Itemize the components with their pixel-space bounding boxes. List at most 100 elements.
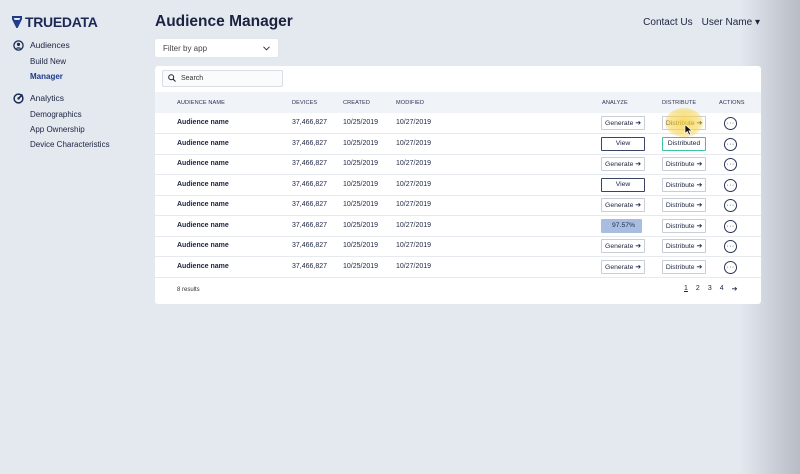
sidebar-item-audiences[interactable]: Audiences bbox=[13, 38, 70, 52]
next-page-arrow-icon[interactable]: ➔ bbox=[732, 285, 738, 293]
created-date: 10/25/2019 bbox=[343, 160, 379, 167]
search-placeholder: Search bbox=[181, 75, 204, 82]
col-distribute: DISTRIBUTE bbox=[662, 100, 697, 106]
sidebar-item-analytics[interactable]: Analytics bbox=[13, 91, 110, 105]
sidebar-group-audiences: Audiences Build New Manager bbox=[13, 38, 70, 84]
col-actions: ACTIONS bbox=[719, 100, 745, 106]
created-date: 10/25/2019 bbox=[343, 221, 379, 229]
modified-date: 10/27/2019 bbox=[396, 139, 432, 147]
devices-count: 37,466,827 bbox=[292, 119, 328, 126]
filter-by-app-dropdown[interactable]: Filter by app bbox=[155, 39, 278, 57]
modified-date: 10/27/2019 bbox=[396, 160, 432, 167]
audience-table-card: Search AUDIENCE NAME DEVICES CREATED MOD… bbox=[155, 66, 761, 304]
distribute-button[interactable]: Distribute ➔ bbox=[662, 239, 706, 253]
search-icon bbox=[168, 73, 176, 84]
more-actions-icon[interactable]: ··· bbox=[724, 199, 737, 212]
modified-date: 10/27/2019 bbox=[396, 119, 432, 126]
sidebar-group-analytics: Analytics Demographics App Ownership Dev… bbox=[13, 91, 110, 152]
audience-name[interactable]: Audience name bbox=[177, 119, 229, 126]
audience-name[interactable]: Audience name bbox=[177, 222, 229, 229]
distribute-button[interactable]: Distribute ➔ bbox=[662, 218, 706, 233]
created-date: 10/25/2019 bbox=[343, 180, 379, 188]
table-row[interactable]: Audience name 37,466,827 10/25/2019 10/2… bbox=[155, 195, 761, 216]
audience-name[interactable]: Audience name bbox=[177, 181, 229, 188]
view-button[interactable]: View bbox=[601, 177, 645, 192]
sidebar-item-manager[interactable]: Manager bbox=[13, 69, 70, 84]
modified-date: 10/27/2019 bbox=[396, 180, 432, 188]
more-actions-icon[interactable]: ··· bbox=[724, 117, 737, 130]
sidebar-item-build-new[interactable]: Build New bbox=[13, 54, 70, 69]
page-title: Audience Manager bbox=[155, 13, 293, 30]
more-actions-icon[interactable]: ··· bbox=[724, 219, 737, 233]
table-header: AUDIENCE NAME DEVICES CREATED MODIFIED A… bbox=[155, 92, 761, 113]
audience-name[interactable]: Audience name bbox=[177, 160, 229, 167]
table-row[interactable]: Audience name 37,466,827 10/25/2019 10/2… bbox=[155, 154, 761, 175]
generate-button[interactable]: Generate ➔ bbox=[601, 157, 645, 171]
created-date: 10/25/2019 bbox=[343, 139, 379, 147]
col-analyze: ANALYZE bbox=[602, 100, 628, 106]
col-devices[interactable]: DEVICES bbox=[292, 100, 317, 106]
col-audience-name[interactable]: AUDIENCE NAME bbox=[177, 100, 225, 106]
table-row[interactable]: Audience name 37,466,827 10/25/2019 10/2… bbox=[155, 216, 761, 237]
more-actions-icon[interactable]: ··· bbox=[724, 158, 737, 171]
sidebar-label-analytics: Analytics bbox=[30, 93, 65, 103]
analyze-progress-bar: 97.57% bbox=[601, 218, 642, 233]
audience-name[interactable]: Audience name bbox=[177, 263, 229, 270]
logo-text: TRUEDATA bbox=[25, 14, 98, 30]
modified-date: 10/27/2019 bbox=[396, 221, 432, 229]
modified-date: 10/27/2019 bbox=[396, 201, 432, 208]
page-link-4[interactable]: 4 bbox=[720, 285, 724, 293]
analytics-icon bbox=[13, 92, 24, 104]
generate-button[interactable]: Generate ➔ bbox=[601, 259, 645, 274]
table-row[interactable]: Audience name 37,466,827 10/25/2019 10/2… bbox=[155, 257, 761, 278]
audiences-icon bbox=[13, 39, 24, 51]
more-actions-icon[interactable]: ··· bbox=[724, 178, 737, 192]
col-created[interactable]: CREATED bbox=[343, 100, 370, 106]
page-link-2[interactable]: 2 bbox=[696, 285, 700, 293]
table-row[interactable]: Audience name 37,466,827 10/25/2019 10/2… bbox=[155, 236, 761, 257]
distributed-status-button[interactable]: Distributed bbox=[662, 136, 706, 151]
devices-count: 37,466,827 bbox=[292, 242, 328, 249]
page-link-3[interactable]: 3 bbox=[708, 285, 712, 293]
truedata-logo[interactable]: TRUEDATA bbox=[12, 14, 98, 30]
modified-date: 10/27/2019 bbox=[396, 242, 432, 249]
distribute-button[interactable]: Distribute ➔ bbox=[662, 177, 706, 192]
mouse-pointer-icon bbox=[684, 123, 693, 136]
chevron-down-icon bbox=[263, 44, 270, 53]
distribute-button[interactable]: Distribute ➔ bbox=[662, 157, 706, 171]
sidebar-item-demographics[interactable]: Demographics bbox=[13, 107, 110, 122]
devices-count: 37,466,827 bbox=[292, 262, 328, 270]
distribute-button[interactable]: Distribute ➔ bbox=[662, 259, 706, 274]
logo-mark-icon bbox=[12, 16, 22, 28]
table-row[interactable]: Audience name 37,466,827 10/25/2019 10/2… bbox=[155, 175, 761, 196]
audience-name[interactable]: Audience name bbox=[177, 242, 229, 249]
sidebar-label-audiences: Audiences bbox=[30, 40, 70, 50]
generate-button[interactable]: Generate ➔ bbox=[601, 116, 645, 130]
created-date: 10/25/2019 bbox=[343, 201, 379, 208]
devices-count: 37,466,827 bbox=[292, 221, 328, 229]
more-actions-icon[interactable]: ··· bbox=[724, 260, 737, 274]
devices-count: 37,466,827 bbox=[292, 139, 328, 147]
page-link-1[interactable]: 1 bbox=[684, 285, 688, 293]
more-actions-icon[interactable]: ··· bbox=[724, 137, 737, 151]
search-box[interactable]: Search bbox=[162, 70, 283, 87]
audience-name[interactable]: Audience name bbox=[177, 140, 229, 147]
devices-count: 37,466,827 bbox=[292, 160, 328, 167]
table-row[interactable]: Audience name 37,466,827 10/25/2019 10/2… bbox=[155, 113, 761, 134]
contact-us-link[interactable]: Contact Us bbox=[643, 17, 692, 28]
audience-name[interactable]: Audience name bbox=[177, 201, 229, 208]
table-row[interactable]: Audience name 37,466,827 10/25/2019 10/2… bbox=[155, 134, 761, 155]
devices-count: 37,466,827 bbox=[292, 180, 328, 188]
generate-button[interactable]: Generate ➔ bbox=[601, 198, 645, 212]
view-button[interactable]: View bbox=[601, 136, 645, 151]
distribute-button[interactable]: Distribute ➔ bbox=[662, 198, 706, 212]
generate-button[interactable]: Generate ➔ bbox=[601, 239, 645, 253]
results-count: 8 results bbox=[177, 287, 200, 293]
more-actions-icon[interactable]: ··· bbox=[724, 240, 737, 253]
modified-date: 10/27/2019 bbox=[396, 262, 432, 270]
user-menu[interactable]: User Name ▾ bbox=[702, 17, 760, 28]
sidebar-item-app-ownership[interactable]: App Ownership bbox=[13, 122, 110, 137]
col-modified[interactable]: MODIFIED bbox=[396, 100, 424, 106]
devices-count: 37,466,827 bbox=[292, 201, 328, 208]
sidebar-item-device-characteristics[interactable]: Device Characteristics bbox=[13, 137, 110, 152]
